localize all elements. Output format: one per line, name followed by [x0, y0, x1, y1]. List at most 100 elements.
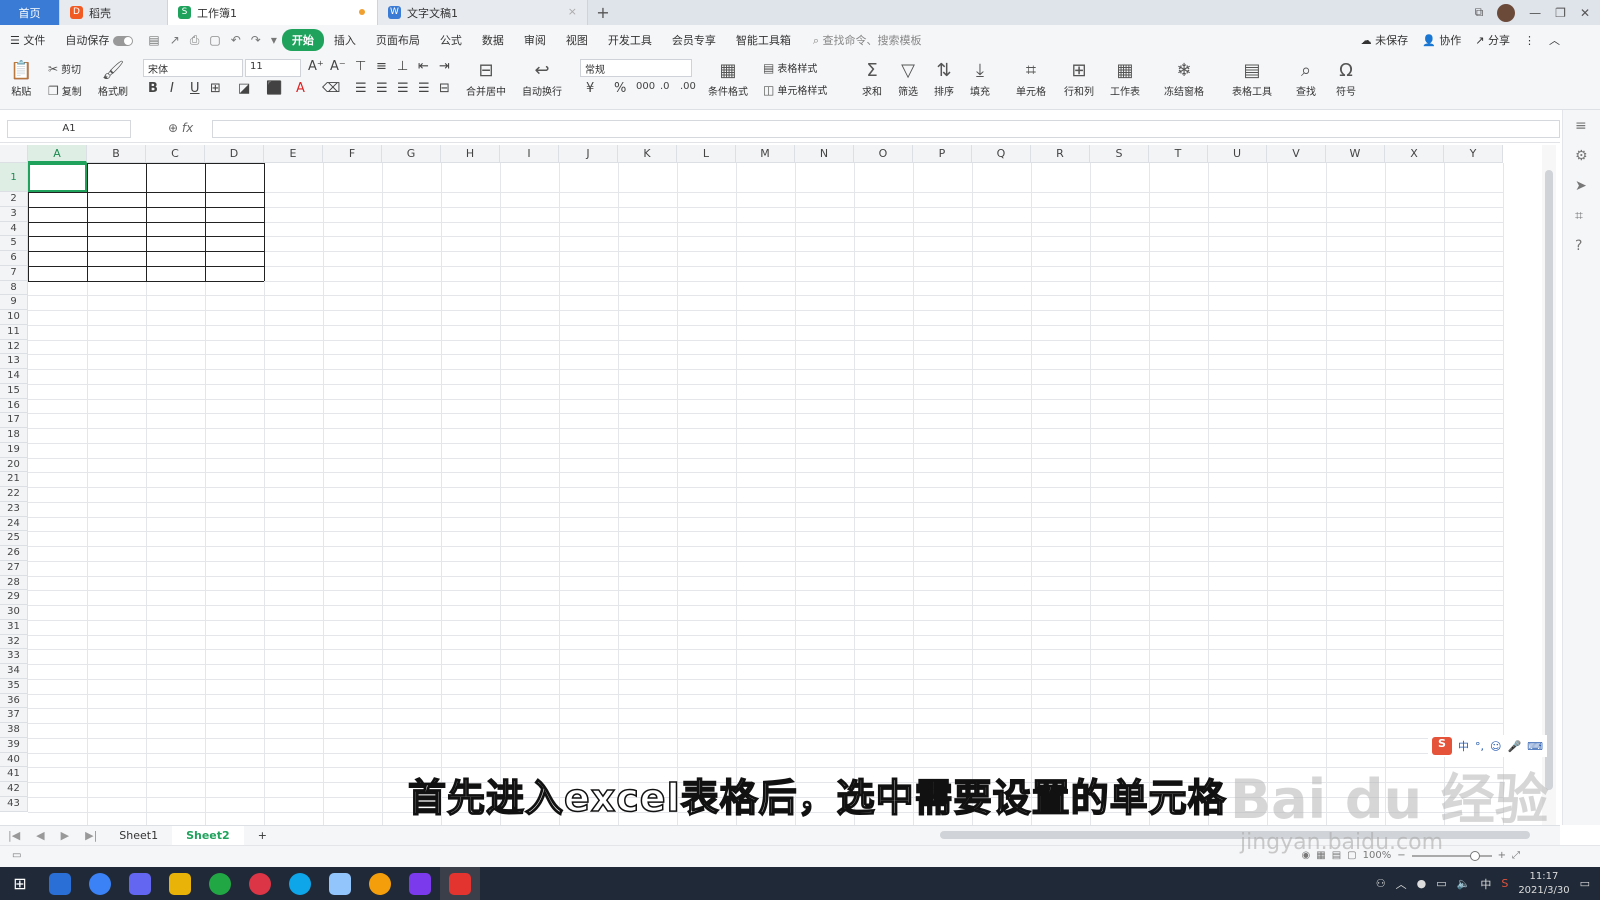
border-icon[interactable]: ⊞ — [210, 81, 221, 96]
row-header-40[interactable]: 40 — [0, 752, 28, 768]
volume-icon[interactable]: 🔈 — [1457, 877, 1471, 890]
share-button[interactable]: ↗ 分享 — [1475, 32, 1510, 48]
taskbar-chrome-2[interactable] — [240, 867, 280, 900]
wrap-text-button[interactable]: ↩ 自动换行 — [522, 59, 562, 98]
vertical-scroll-thumb[interactable] — [1545, 170, 1553, 790]
ime-emoji[interactable]: ☺ — [1490, 740, 1501, 753]
number-format-select[interactable]: 常规 — [580, 59, 692, 77]
cell-fill-icon[interactable]: ◪ — [238, 81, 250, 96]
crop-icon[interactable]: ⌗ — [1575, 208, 1583, 224]
row-header-34[interactable]: 34 — [0, 664, 28, 679]
table-style-button[interactable]: ▤ 表格样式 — [763, 60, 817, 76]
chevron-up-icon[interactable]: ︿ — [1396, 876, 1407, 892]
close-icon[interactable]: ✕ — [1580, 6, 1590, 20]
row-header-2[interactable]: 2 — [0, 192, 28, 207]
new-tab-button[interactable]: + — [588, 0, 618, 25]
network-icon[interactable]: ▭ — [1436, 877, 1446, 890]
fill-button[interactable]: ⤓ 填充 — [970, 59, 990, 98]
column-header-v[interactable]: V — [1267, 145, 1326, 163]
row-header-21[interactable]: 21 — [0, 472, 28, 487]
row-header-37[interactable]: 37 — [0, 708, 28, 723]
menu-insert[interactable]: 插入 — [324, 32, 366, 48]
formula-input[interactable] — [212, 120, 1560, 138]
column-header-l[interactable]: L — [677, 145, 736, 163]
layout-icon[interactable]: ⧉ — [1475, 5, 1484, 20]
cursor-icon[interactable]: ➤ — [1575, 178, 1587, 194]
percent-icon[interactable]: % — [614, 81, 626, 96]
menu-developer[interactable]: 开发工具 — [598, 32, 662, 48]
column-header-i[interactable]: I — [500, 145, 559, 163]
taskbar-browser[interactable] — [280, 867, 320, 900]
cell-button[interactable]: ⌗ 单元格 — [1016, 59, 1046, 98]
taskbar-video[interactable] — [400, 867, 440, 900]
taskbar-wps[interactable] — [440, 867, 480, 900]
row-header-4[interactable]: 4 — [0, 221, 28, 237]
row-header-28[interactable]: 28 — [0, 575, 28, 591]
row-header-23[interactable]: 23 — [0, 501, 28, 517]
row-header-9[interactable]: 9 — [0, 295, 28, 310]
column-header-a[interactable]: A — [28, 145, 87, 163]
indent-increase-icon[interactable]: ⇥ — [439, 59, 450, 74]
macro-icon[interactable]: ▭ — [12, 850, 21, 861]
copy-button[interactable]: ❐ 复制 — [48, 83, 82, 99]
ime-chinese[interactable]: 中 — [1458, 738, 1469, 754]
row-header-27[interactable]: 27 — [0, 560, 28, 576]
menu-data[interactable]: 数据 — [472, 32, 514, 48]
tab-home[interactable]: 首页 — [0, 0, 60, 25]
sogou-icon[interactable]: S — [1432, 737, 1452, 755]
zoom-in-icon[interactable]: + — [1498, 850, 1506, 861]
command-search[interactable]: ⌕ 查找命令、搜索模板 — [813, 32, 922, 48]
export-icon[interactable]: ↗ — [170, 33, 180, 47]
column-header-u[interactable]: U — [1208, 145, 1267, 163]
decrease-font-icon[interactable]: A⁻ — [330, 59, 346, 74]
more-icon[interactable]: ▾ — [271, 33, 277, 47]
column-header-w[interactable]: W — [1326, 145, 1385, 163]
align-middle-icon[interactable]: ≡ — [376, 59, 387, 74]
worksheet-button[interactable]: ▦ 工作表 — [1110, 59, 1140, 98]
ime-voice[interactable]: 🎤 — [1507, 740, 1521, 753]
row-header-12[interactable]: 12 — [0, 339, 28, 355]
row-header-17[interactable]: 17 — [0, 413, 28, 428]
align-bottom-icon[interactable]: ⊥ — [397, 59, 408, 74]
align-left-icon[interactable]: ☰ — [355, 81, 367, 96]
menu-view[interactable]: 视图 — [556, 32, 598, 48]
row-header-11[interactable]: 11 — [0, 324, 28, 340]
table-tools-button[interactable]: ▤ 表格工具 — [1232, 59, 1272, 98]
row-header-19[interactable]: 19 — [0, 442, 28, 458]
cell-style-button[interactable]: ◫ 单元格样式 — [763, 82, 827, 98]
sum-button[interactable]: Σ 求和 — [862, 59, 882, 98]
clock[interactable]: 11:17 2021/3/30 — [1518, 870, 1569, 898]
tray-app-icon[interactable]: ● — [1417, 877, 1427, 890]
save-icon[interactable]: ▤ — [148, 33, 159, 47]
taskbar-app-notes[interactable] — [320, 867, 360, 900]
tab-workbook1[interactable]: S 工作簿1 — [168, 0, 378, 25]
find-button[interactable]: ⌕ 查找 — [1296, 59, 1316, 98]
format-painter-button[interactable]: 🖌 格式刷 — [98, 59, 128, 98]
row-header-22[interactable]: 22 — [0, 487, 28, 502]
align-center-icon[interactable]: ☰ — [376, 81, 388, 96]
rowcol-button[interactable]: ⊞ 行和列 — [1064, 59, 1094, 98]
help-icon[interactable]: ? — [1575, 238, 1582, 254]
menu-start[interactable]: 开始 — [281, 29, 324, 51]
indent-decrease-icon[interactable]: ⇤ — [418, 59, 429, 74]
row-header-20[interactable]: 20 — [0, 457, 28, 473]
column-header-d[interactable]: D — [205, 145, 264, 163]
font-color-icon[interactable]: A — [296, 81, 305, 96]
increase-font-icon[interactable]: A⁺ — [308, 59, 324, 74]
symbol-button[interactable]: Ω 符号 — [1336, 59, 1356, 98]
column-header-y[interactable]: Y — [1444, 145, 1503, 163]
column-header-n[interactable]: N — [795, 145, 854, 163]
taskbar-explorer[interactable] — [160, 867, 200, 900]
print-icon[interactable]: ⎙ — [190, 33, 200, 48]
tab-docer[interactable]: D 稻壳 — [60, 0, 168, 25]
font-family-select[interactable]: 宋体 — [143, 59, 243, 77]
row-header-26[interactable]: 26 — [0, 546, 28, 561]
restore-icon[interactable]: ❐ — [1555, 6, 1566, 20]
taskbar-chrome-1[interactable] — [200, 867, 240, 900]
row-header-18[interactable]: 18 — [0, 428, 28, 443]
column-header-x[interactable]: X — [1385, 145, 1444, 163]
person-icon[interactable]: ⚇ — [1376, 877, 1386, 890]
minimize-icon[interactable]: — — [1529, 6, 1541, 20]
sidebar-toggle-icon[interactable]: ≡ — [1575, 118, 1587, 134]
last-sheet-icon[interactable]: ▶| — [85, 829, 97, 842]
